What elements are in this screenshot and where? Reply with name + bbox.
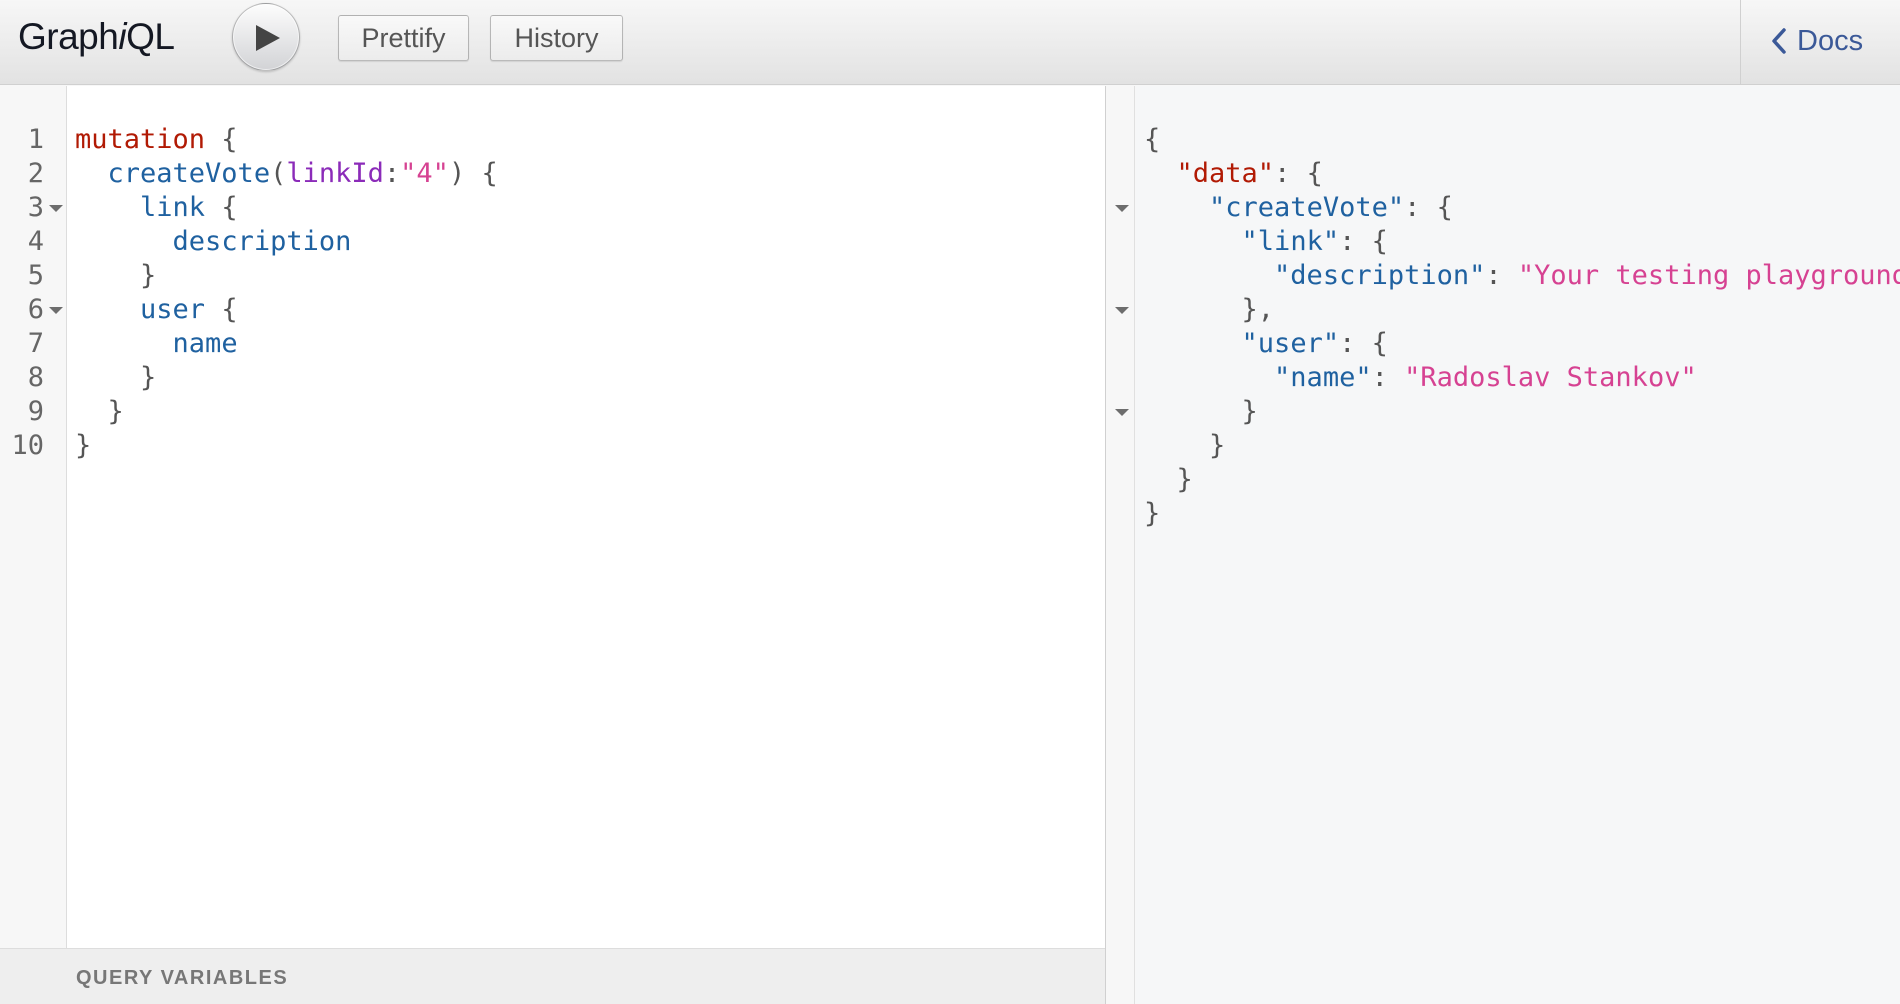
fold-arrow-icon[interactable] bbox=[1115, 205, 1129, 212]
query-line: } bbox=[75, 396, 124, 427]
json-key: "name" bbox=[1274, 362, 1372, 393]
execute-query-button[interactable] bbox=[232, 3, 300, 71]
result-line: "link": { bbox=[1241, 226, 1388, 257]
line-number: 9 bbox=[27, 396, 44, 427]
query-line: } bbox=[75, 430, 92, 461]
fold-arrow-icon[interactable] bbox=[1115, 409, 1129, 416]
docs-button[interactable]: Docs bbox=[1771, 20, 1863, 62]
result-code: { "data": { "createVote": { "link": { "d… bbox=[1144, 123, 1900, 531]
result-viewer: { "data": { "createVote": { "link": { "d… bbox=[1136, 86, 1900, 1004]
app-title-suffix: QL bbox=[126, 16, 175, 57]
query-line: user { bbox=[140, 294, 238, 325]
result-line: "name": "Radoslav Stankov" bbox=[1274, 362, 1697, 393]
field-token: description bbox=[172, 226, 352, 257]
docs-label: Docs bbox=[1797, 25, 1864, 57]
keyword-token: mutation bbox=[75, 124, 206, 155]
line-number: 5 bbox=[27, 260, 44, 291]
result-gutter bbox=[1107, 86, 1135, 1004]
result-line: } bbox=[1144, 430, 1226, 461]
result-fold-markers bbox=[1115, 123, 1129, 497]
line-number: 3 bbox=[27, 192, 44, 223]
field-token: user bbox=[140, 294, 206, 325]
line-number: 7 bbox=[27, 328, 44, 359]
line-number: 8 bbox=[27, 362, 44, 393]
fold-arrow-icon[interactable] bbox=[1115, 307, 1129, 314]
result-line: "data": { bbox=[1176, 158, 1323, 189]
field-token: link bbox=[140, 192, 206, 223]
result-line: }, bbox=[1144, 294, 1275, 325]
result-line: } bbox=[1144, 464, 1193, 495]
toolbar: GraphiQL Prettify History Docs bbox=[0, 0, 1900, 85]
result-line: } bbox=[1144, 498, 1161, 529]
line-number: 2 bbox=[27, 158, 44, 189]
line-number: 1 bbox=[27, 124, 44, 155]
query-variables-toggle[interactable]: QUERY VARIABLES bbox=[0, 948, 1105, 1004]
app-title: GraphiQL bbox=[18, 16, 175, 58]
json-key: "user" bbox=[1241, 328, 1340, 359]
line-number: 4 bbox=[27, 226, 44, 257]
query-line: createVote(linkId:"4") { bbox=[107, 158, 498, 189]
json-key: "data" bbox=[1176, 158, 1275, 189]
json-key: "description" bbox=[1274, 260, 1486, 291]
query-line: } bbox=[75, 260, 157, 291]
result-line: "description": "Your testing playground" bbox=[1144, 259, 1900, 293]
history-button[interactable]: History bbox=[490, 15, 623, 61]
json-string-value: "Your testing playground" bbox=[1517, 260, 1900, 291]
play-icon bbox=[256, 25, 280, 51]
query-line: link { bbox=[140, 192, 238, 223]
result-line: } bbox=[1144, 396, 1258, 427]
string-token: "4" bbox=[400, 158, 449, 189]
line-numbers: 1 2 3 4 5 6 7 8 9 10 bbox=[0, 123, 44, 463]
json-key: "createVote" bbox=[1209, 192, 1405, 223]
query-code[interactable]: mutation { createVote(linkId:"4") { link… bbox=[75, 123, 498, 463]
query-line: mutation { bbox=[75, 124, 238, 155]
line-number: 6 bbox=[27, 294, 44, 325]
field-token: createVote bbox=[107, 158, 271, 189]
docs-area: Docs bbox=[1740, 0, 1900, 85]
fold-arrow-icon[interactable] bbox=[49, 205, 63, 212]
json-string-value: "Radoslav Stankov" bbox=[1404, 362, 1697, 393]
query-fold-markers bbox=[49, 123, 63, 395]
app-title-italic: i bbox=[118, 16, 127, 57]
query-line: name bbox=[75, 327, 498, 361]
result-line: "createVote": { bbox=[1209, 192, 1453, 223]
prettify-button[interactable]: Prettify bbox=[338, 15, 469, 61]
chevron-left-icon bbox=[1772, 28, 1786, 54]
result-line: "user": { bbox=[1241, 328, 1388, 359]
query-line: } bbox=[75, 362, 157, 393]
app-title-prefix: Graph bbox=[18, 16, 119, 57]
line-number: 10 bbox=[11, 430, 44, 461]
query-editor[interactable]: 1 2 3 4 5 6 7 8 9 10 mutation { createVote(linkId… bbox=[0, 86, 1106, 1004]
fold-arrow-icon[interactable] bbox=[49, 307, 63, 314]
field-token: name bbox=[172, 328, 238, 359]
argument-token: linkId bbox=[286, 158, 384, 189]
json-key: "link" bbox=[1241, 226, 1340, 257]
query-line: description bbox=[75, 225, 498, 259]
result-line: { bbox=[1144, 124, 1161, 155]
